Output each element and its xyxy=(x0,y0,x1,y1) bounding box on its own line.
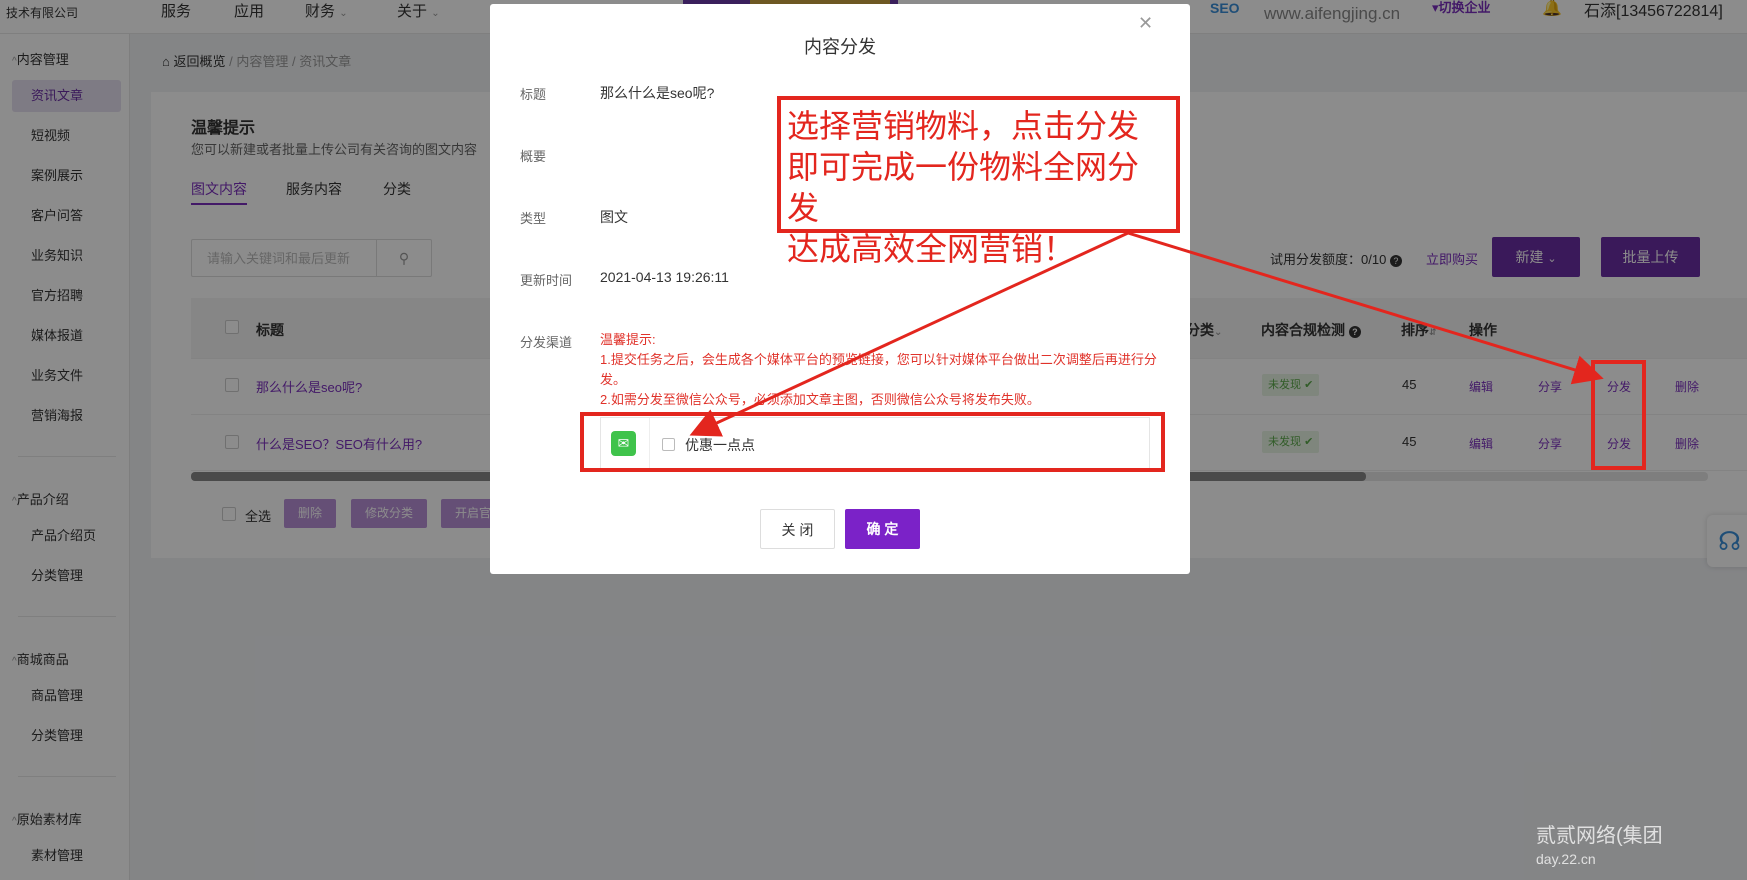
annotation-box-distribute xyxy=(1591,360,1646,470)
annotation-line-1: 选择营销物料，点击分发 xyxy=(787,108,1140,144)
tip-line-1: 1.提交任务之后，会生成各个媒体平台的预览链接，您可以针对媒体平台做出二次调整后… xyxy=(600,352,1157,387)
title-value: 那么什么是seo呢? xyxy=(600,85,715,101)
type-label: 类型 xyxy=(520,211,547,226)
annotation-box-channel xyxy=(580,412,1165,472)
close-icon[interactable]: ✕ xyxy=(1138,13,1153,34)
channel-label: 分发渠道 xyxy=(520,335,573,350)
summary-label: 概要 xyxy=(520,149,547,164)
tip-line-2: 2.如需分发至微信公众号，必须添加文章主图，否则微信公众号将发布失败。 xyxy=(600,392,1040,407)
modal-title: 内容分发 xyxy=(804,37,876,57)
update-time-value: 2021-04-13 19:26:11 xyxy=(600,269,729,285)
watermark-url: day.22.cn xyxy=(1536,851,1596,867)
distribute-tip: 温馨提示: 1.提交任务之后，会生成各个媒体平台的预览链接，您可以针对媒体平台做… xyxy=(600,330,1170,410)
annotation-line-3: 达成高效全网营销！ xyxy=(787,231,1076,267)
confirm-button[interactable]: 确 定 xyxy=(845,509,920,549)
annotation-line-2: 即可完成一份物料全网分发 xyxy=(787,149,1140,226)
watermark-brand: 贰贰网络(集团 xyxy=(1536,825,1663,847)
annotation-callout: 选择营销物料，点击分发 即可完成一份物料全网分发 达成高效全网营销！ xyxy=(777,96,1180,267)
type-value: 图文 xyxy=(600,209,628,225)
tip-heading: 温馨提示: xyxy=(600,332,656,347)
close-button[interactable]: 关 闭 xyxy=(760,509,835,549)
update-time-label: 更新时间 xyxy=(520,273,573,288)
distribute-modal: 内容分发 ✕ 标题 那么什么是seo呢? 概要 类型 图文 更新时间 2021-… xyxy=(490,4,1190,574)
title-label: 标题 xyxy=(520,87,547,102)
